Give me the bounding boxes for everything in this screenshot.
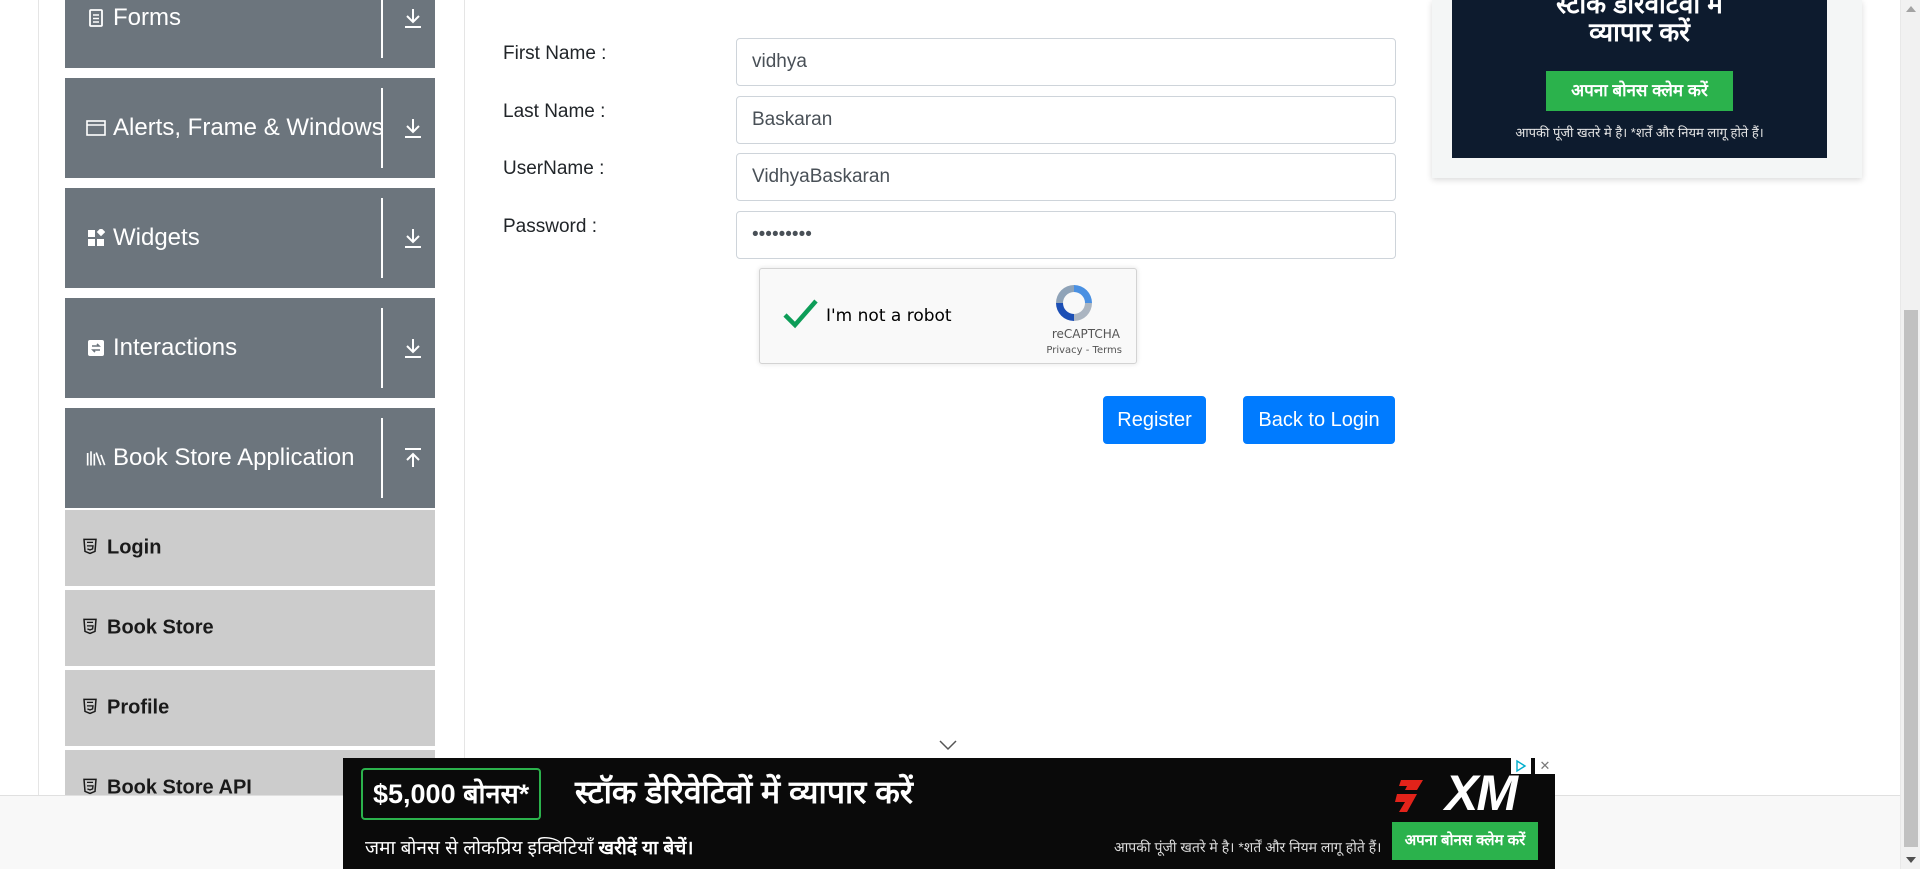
- bottom-ad-subline-bold: खरीदें या बेचें।: [598, 838, 694, 859]
- captcha-checkbox[interactable]: [780, 295, 820, 335]
- expand-down-icon[interactable]: [401, 6, 425, 30]
- side-ad-headline: स्टॉक डेरिवेटिवों में व्यापार करें: [1452, 0, 1827, 46]
- window-icon: [86, 118, 106, 138]
- bottom-ad-subline-text: जमा बोनस से लोकप्रिय इक्विटियाँ: [365, 838, 599, 859]
- html5-icon: [83, 698, 97, 715]
- bottom-ad-cta-button[interactable]: अपना बोनस क्लेम करें: [1392, 822, 1538, 860]
- recaptcha-logo-icon: [1052, 281, 1096, 325]
- sidebar-item-label: Profile: [107, 696, 170, 719]
- captcha-label: I'm not a robot: [826, 306, 952, 326]
- sidebar-group-label: Alerts, Frame & Windows: [113, 114, 384, 141]
- side-ad-cta-button[interactable]: अपना बोनस क्लेम करें: [1546, 71, 1733, 111]
- collapse-up-icon[interactable]: [401, 446, 425, 470]
- toggle-divider: [381, 198, 383, 278]
- username-input[interactable]: [736, 153, 1396, 201]
- sidebar-group-book-store-application[interactable]: Book Store Application: [65, 408, 435, 508]
- first-name-label: First Name :: [503, 43, 607, 64]
- expand-down-icon[interactable]: [401, 336, 425, 360]
- bottom-ad-subline: जमा बोनस से लोकप्रिय इक्विटियाँ खरीदें य…: [365, 834, 693, 860]
- bottom-advertisement[interactable]: $5,000 बोनस* स्टॉक डेरिवेटिवों में व्याप…: [343, 758, 1555, 869]
- last-name-label: Last Name :: [503, 101, 606, 122]
- side-ad-disclaimer: आपकी पूंजी खतरे मे है। *शर्तें और नियम ल…: [1515, 125, 1764, 140]
- sidebar-group-widgets[interactable]: Widgets: [65, 188, 435, 288]
- interactions-icon: [86, 338, 106, 358]
- sidebar-group-interactions[interactable]: Interactions: [65, 298, 435, 398]
- bottom-ad-headline: स्टॉक डेरिवेटिवों में व्यापार करें: [575, 774, 913, 810]
- html5-icon: [83, 778, 97, 795]
- last-name-input[interactable]: [736, 96, 1396, 144]
- back-to-login-button[interactable]: Back to Login: [1243, 396, 1395, 444]
- content-divider: [464, 0, 465, 795]
- scroll-up-arrow-icon[interactable]: [1906, 6, 1916, 12]
- sidebar-group-label: Forms: [113, 4, 181, 31]
- widgets-icon: [86, 228, 106, 248]
- sidebar-item-label: Book Store: [107, 616, 214, 639]
- expand-down-icon[interactable]: [401, 116, 425, 140]
- sidebar-group-label: Book Store Application: [113, 444, 355, 471]
- register-button[interactable]: Register: [1103, 396, 1206, 444]
- toggle-divider: [381, 0, 383, 58]
- scrollbar-thumb[interactable]: [1904, 310, 1918, 847]
- adchoices-icon[interactable]: [1511, 758, 1531, 774]
- html5-icon: [83, 618, 97, 635]
- checkmark-icon: [783, 299, 818, 329]
- scroll-down-arrow-icon[interactable]: [1906, 857, 1916, 863]
- password-label: Password :: [503, 216, 597, 237]
- toggle-divider: [381, 88, 383, 168]
- vertical-scrollbar[interactable]: [1900, 0, 1920, 869]
- recaptcha-privacy-terms-links[interactable]: Privacy - Terms: [1046, 345, 1122, 356]
- expand-down-icon[interactable]: [401, 226, 425, 250]
- username-label: UserName :: [503, 158, 605, 179]
- html5-icon: [83, 538, 97, 555]
- side-advertisement[interactable]: स्टॉक डेरिवेटिवों में व्यापार करें अपना …: [1432, 0, 1862, 178]
- sidebar-item-book-store[interactable]: Book Store: [65, 588, 435, 666]
- bottom-ad-bonus: $5,000 बोनस*: [361, 768, 542, 820]
- side-ad-headline-line2: व्यापार करें: [1589, 17, 1690, 47]
- sidebar-group-forms[interactable]: Forms: [65, 0, 435, 68]
- recaptcha-brand: reCAPTCHA: [1051, 327, 1120, 341]
- left-divider: [38, 0, 39, 795]
- bottom-ad-brand: XM: [1445, 765, 1518, 821]
- sidebar-group-label: Widgets: [113, 224, 200, 251]
- sidebar-group-alerts[interactable]: Alerts, Frame & Windows: [65, 78, 435, 178]
- bottom-ad-disclaimer: आपकी पूंजी खतरे मे है। *शर्तें और नियम ल…: [1114, 839, 1382, 855]
- sidebar-item-login[interactable]: Login: [65, 508, 435, 586]
- side-ad-banner: स्टॉक डेरिवेटिवों में व्यापार करें अपना …: [1452, 0, 1827, 158]
- xm-logo-icon: [1393, 774, 1445, 818]
- chevron-down-icon[interactable]: [938, 738, 958, 751]
- toggle-divider: [381, 308, 383, 388]
- ad-close-button[interactable]: ✕: [1535, 758, 1555, 774]
- password-input[interactable]: [736, 211, 1396, 259]
- sidebar-group-label: Interactions: [113, 334, 238, 361]
- first-name-input[interactable]: [736, 38, 1396, 86]
- page: Forms Alerts, Frame & Windows Widgets In…: [0, 0, 1920, 869]
- document-icon: [86, 8, 106, 28]
- sidebar-item-label: Login: [107, 536, 162, 559]
- side-ad-headline-line1: स्टॉक डेरिवेटिवों में: [1556, 0, 1723, 19]
- sidebar-item-profile[interactable]: Profile: [65, 668, 435, 746]
- recaptcha-widget: I'm not a robot reCAPTCHA Privacy - Term…: [759, 268, 1137, 364]
- books-icon: [86, 448, 106, 468]
- toggle-divider: [381, 418, 383, 498]
